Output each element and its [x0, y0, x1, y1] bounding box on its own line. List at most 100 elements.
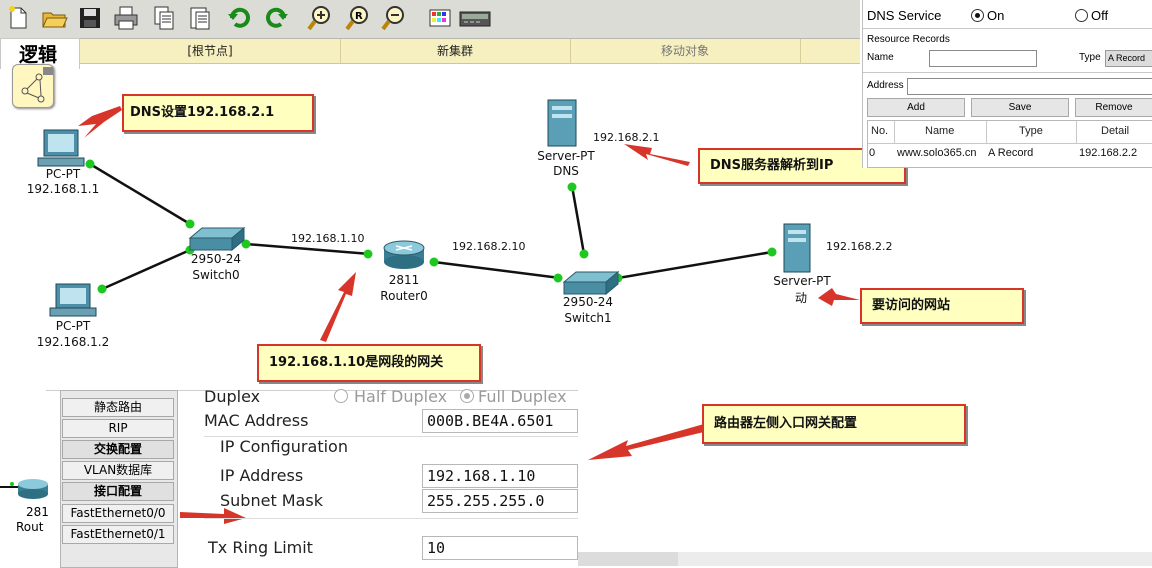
port-status-dot: [567, 182, 577, 192]
nav-interface-config[interactable]: 接口配置: [62, 482, 174, 501]
col-header-name[interactable]: Name: [925, 125, 954, 137]
cell-no: 0: [869, 147, 876, 159]
switch0-name: Switch0: [192, 268, 240, 282]
save-button[interactable]: Save: [971, 98, 1069, 117]
arrow-to-web-server: [818, 288, 860, 306]
web-server-ip: 192.168.2.2: [826, 240, 893, 253]
pc2-ip: 192.168.1.2: [36, 335, 110, 349]
divider: [204, 518, 578, 519]
half-duplex-radio[interactable]: [334, 389, 348, 403]
arrow-to-config: [588, 424, 704, 460]
ip-configuration-label: IP Configuration: [220, 437, 348, 456]
pc1-name: PC-PT: [45, 167, 81, 181]
link-dns-switch1: [570, 185, 586, 255]
port-status-dot: [363, 249, 373, 259]
router0-name: Router0: [380, 289, 428, 303]
router0-model: 2811: [388, 273, 420, 287]
nav-vlan-database[interactable]: VLAN数据库: [62, 461, 174, 480]
scrollbar-area[interactable]: [578, 552, 678, 566]
pc1-icon[interactable]: [37, 129, 85, 167]
nav-fastethernet-0-0[interactable]: FastEthernet0/0: [62, 504, 174, 523]
tx-ring-limit-input[interactable]: 10: [422, 536, 578, 560]
duplex-label: Duplex: [204, 387, 261, 406]
link-switch0-router0: [245, 242, 371, 256]
remove-button[interactable]: Remove: [1075, 98, 1152, 117]
router-left-ip-label: 192.168.1.10: [291, 232, 365, 245]
nav-switching-config[interactable]: 交换配置: [62, 440, 174, 459]
link-pc2-switch0: [99, 248, 191, 292]
nav-fastethernet-0-1[interactable]: FastEthernet0/1: [62, 525, 174, 544]
dns-server-model: Server-PT: [537, 149, 595, 163]
half-duplex-label: Half Duplex: [354, 387, 448, 406]
router0-icon[interactable]: [383, 240, 425, 269]
mac-address-field[interactable]: 000B.BE4A.6501: [422, 409, 578, 433]
switch0-model: 2950-24: [190, 252, 242, 266]
callout-website: 要访问的网站: [860, 288, 1024, 324]
port-status-dot: [10, 482, 14, 486]
subnet-mask-input[interactable]: 255.255.255.0: [422, 489, 578, 513]
col-header-type[interactable]: Type: [1019, 125, 1043, 137]
divider: [863, 28, 1152, 29]
subnet-mask-label: Subnet Mask: [220, 491, 324, 510]
router-right-ip-label: 192.168.2.10: [452, 240, 526, 253]
dns-service-label: DNS Service: [867, 8, 942, 23]
nav-static-route[interactable]: 静态路由: [62, 398, 174, 417]
switch1-name: Switch1: [564, 311, 612, 325]
add-button[interactable]: Add: [867, 98, 965, 117]
mac-address-label: MAC Address: [204, 411, 309, 430]
full-duplex-label: Full Duplex: [478, 387, 567, 406]
switch0-icon[interactable]: [188, 226, 246, 252]
arrow-to-router: [320, 272, 356, 342]
dns-on-radio[interactable]: [971, 9, 984, 22]
web-server-model: Server-PT: [773, 274, 831, 288]
full-duplex-radio[interactable]: [460, 389, 474, 403]
switch1-icon[interactable]: [562, 270, 620, 296]
callout-router-port: 路由器左侧入口网关配置: [702, 404, 966, 444]
resource-records-label: Resource Records: [867, 34, 950, 45]
port-status-dot: [97, 284, 107, 294]
name-label: Name: [867, 52, 894, 63]
port-status-dot: [553, 273, 563, 283]
nav-rip[interactable]: RIP: [62, 419, 174, 438]
callout-dns-setting: DNS设置192.168.2.1: [122, 94, 314, 132]
cell-type: A Record: [988, 147, 1034, 159]
cell-name: www.solo365.cn: [897, 147, 977, 159]
dns-on-label: On: [987, 8, 1005, 23]
port-status-dot: [767, 247, 777, 257]
dns-server-icon[interactable]: [547, 99, 577, 147]
address-label: Address: [867, 80, 904, 91]
type-label: Type: [1079, 52, 1101, 63]
record-address-input[interactable]: [907, 78, 1152, 95]
col-header-detail[interactable]: Detail: [1101, 125, 1129, 137]
pc2-icon[interactable]: [49, 283, 97, 317]
col-header-no[interactable]: No.: [871, 125, 888, 137]
port-status-dot: [429, 257, 439, 267]
dns-server-name: DNS: [553, 164, 579, 178]
arrow-to-pc1: [78, 106, 122, 138]
router-icon: [18, 479, 48, 499]
partial-router-model: 281: [26, 505, 49, 519]
web-server-name: 动: [794, 291, 807, 305]
ip-address-input[interactable]: 192.168.1.10: [422, 464, 578, 488]
switch1-model: 2950-24: [562, 295, 614, 309]
arrow-to-dns-ip: [624, 144, 690, 166]
link-router0-switch1: [433, 260, 561, 280]
port-status-dot: [185, 219, 195, 229]
scrollbar-track[interactable]: [678, 552, 1152, 566]
cell-detail: 192.168.2.2: [1079, 147, 1138, 159]
dns-service-panel: DNS Service On Off Resource Records Name…: [862, 0, 1152, 168]
ip-address-label: IP Address: [220, 466, 304, 485]
type-select[interactable]: A Record: [1105, 50, 1152, 67]
web-server-icon[interactable]: [783, 223, 811, 273]
topology-canvas: [37, 99, 860, 342]
dns-server-ip: 192.168.2.1: [593, 131, 660, 144]
callout-gateway: 192.168.1.10是网段的网关: [257, 344, 481, 382]
record-name-input[interactable]: [929, 50, 1037, 67]
link-switch1-web: [617, 250, 773, 280]
port-status-dot: [579, 249, 589, 259]
pc2-name: PC-PT: [55, 319, 91, 333]
partial-router-name: Rout: [16, 520, 44, 534]
tx-ring-limit-label: Tx Ring Limit: [208, 538, 313, 557]
divider: [863, 72, 1152, 73]
dns-off-radio[interactable]: [1075, 9, 1088, 22]
